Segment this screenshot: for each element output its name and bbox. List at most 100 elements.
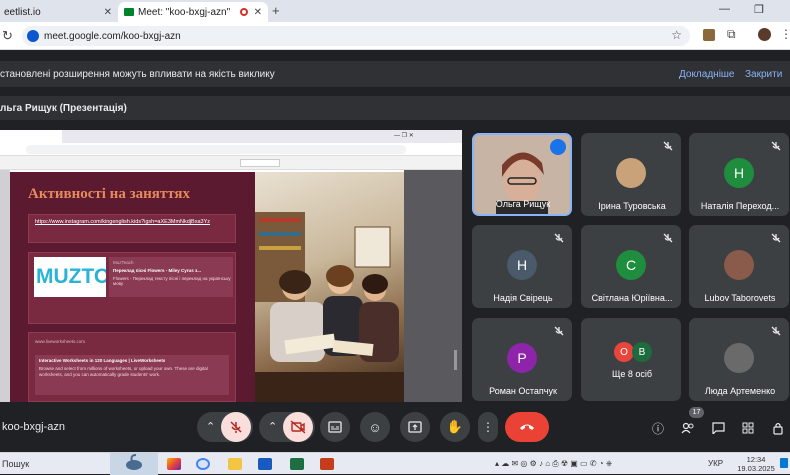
link-preview-card: www.liveworksheets.com Interactive Works…: [28, 332, 236, 402]
participant-avatar: [724, 250, 754, 280]
minimize-icon[interactable]: —: [719, 3, 730, 15]
meet-favicon-icon: [124, 8, 134, 16]
participant-avatar: О: [614, 342, 634, 362]
profile-avatar[interactable]: [758, 28, 771, 41]
restore-icon[interactable]: ❐: [754, 3, 764, 16]
clock-date: 19.03.2025: [737, 464, 775, 473]
extensions-puzzle-icon[interactable]: ⧉: [727, 27, 736, 42]
warning-text: становлені розширення можуть впливати на…: [0, 68, 275, 80]
mic-toggle-button[interactable]: [221, 412, 251, 442]
copilot-icon[interactable]: [167, 458, 181, 470]
mic-off-icon: [553, 231, 565, 243]
participant-avatar: Р: [507, 343, 537, 373]
taskbar-search[interactable]: Пошук: [2, 459, 29, 469]
participant-tile[interactable]: Н Надія Свірець: [472, 225, 572, 308]
people-count-badge: 17: [689, 407, 704, 418]
participant-name: Світлана Юріївна...: [591, 293, 673, 303]
participant-tile[interactable]: Ірина Туровська: [581, 133, 681, 216]
instagram-link: https://www.instagram.com/kingenglish.ki…: [28, 214, 236, 243]
participant-tile[interactable]: Lubov Taborovets: [689, 225, 789, 308]
participant-avatar: Н: [507, 250, 537, 280]
camera-options-chevron-icon[interactable]: ⌃: [268, 420, 277, 433]
participant-name: Ольга Рищук: [495, 199, 551, 209]
camera-toggle-button[interactable]: [283, 412, 313, 442]
participant-name: Роман Остапчук: [489, 386, 557, 396]
presenter-bar: льга Рищук (Презентація): [0, 96, 790, 120]
people-icon[interactable]: [678, 418, 698, 438]
address-bar[interactable]: meet.google.com/koo-bxgj-azn ☆: [22, 26, 690, 46]
slide-title: Активності на заняттях: [28, 186, 191, 202]
captions-button[interactable]: [320, 412, 350, 442]
emoji-icon: ☺: [368, 419, 382, 435]
mic-options-chevron-icon[interactable]: ⌃: [206, 420, 215, 433]
mic-off-icon: [770, 231, 782, 243]
participant-avatar: [616, 158, 646, 188]
host-controls-icon[interactable]: [768, 418, 788, 438]
present-button[interactable]: [400, 412, 430, 442]
close-banner-link[interactable]: Закрити: [745, 61, 782, 87]
mic-off-icon: [770, 139, 782, 151]
participant-avatar: [724, 343, 754, 373]
more-options-button[interactable]: ⋮: [478, 412, 498, 442]
reactions-button[interactable]: ☺: [360, 412, 390, 442]
shared-screen: — ❐ ✕ Активності на заняттях https://www…: [0, 130, 462, 402]
participant-name: Люда Артеменко: [704, 386, 776, 396]
bookmark-star-icon[interactable]: ☆: [671, 28, 682, 42]
participant-avatar: С: [616, 250, 646, 280]
powerpoint-icon[interactable]: [320, 458, 334, 470]
browser-menu-icon[interactable]: ⋮: [780, 27, 790, 41]
reload-icon[interactable]: ↻: [2, 28, 13, 44]
participant-tile[interactable]: Н Наталія Переход...: [689, 133, 789, 216]
clock-time: 12:34: [746, 455, 766, 464]
chrome-icon[interactable]: [196, 458, 210, 470]
card-description: Browse and select from millions of works…: [39, 366, 208, 377]
excel-icon[interactable]: [290, 458, 304, 470]
chat-icon[interactable]: [708, 418, 728, 438]
system-tray-icons[interactable]: ▴ ☁ ✉ ◎ ⚙ ♪ ⌂ ⎙ ☢ ▣ ▭ ✆ ◔ ⎈: [495, 459, 612, 469]
word-icon[interactable]: [258, 458, 272, 470]
participant-avatar: В: [632, 342, 652, 362]
shared-address-bar: [0, 143, 462, 156]
browser-tab-strip: eetlist.io ✕ Meet: "koo-bxgj-azn" ✕ + — …: [0, 0, 790, 22]
close-tab-icon[interactable]: ✕: [104, 7, 112, 18]
browser-tab[interactable]: eetlist.io ✕: [0, 2, 118, 22]
mic-off-icon: [230, 421, 242, 433]
shared-sidebar: [0, 170, 10, 402]
raise-hand-button[interactable]: ✋: [440, 412, 470, 442]
new-tab-button[interactable]: +: [272, 3, 280, 18]
more-vert-icon: ⋮: [482, 420, 494, 434]
file-explorer-icon[interactable]: [228, 458, 242, 470]
shared-dark-margin: [404, 170, 462, 402]
browser-tab-active[interactable]: Meet: "koo-bxgj-azn" ✕: [118, 2, 268, 22]
activities-icon[interactable]: [738, 418, 758, 438]
notifications-icon[interactable]: [780, 458, 788, 468]
participant-name: Наталія Переход...: [700, 201, 780, 211]
card-title: Переклад пісні Flowers - Miley Cyrus з..…: [113, 268, 201, 273]
present-screen-icon: [408, 421, 422, 433]
captions-icon: [328, 421, 342, 433]
card-source: MuzTeach: [113, 260, 134, 265]
participant-tile[interactable]: С Світлана Юріївна...: [581, 225, 681, 308]
site-info-icon[interactable]: [27, 30, 39, 42]
participant-name: Надія Свірець: [493, 293, 553, 303]
participant-tile[interactable]: Люда Артеменко: [689, 318, 789, 401]
taskbar-clock[interactable]: 12:34 19.03.2025: [736, 455, 776, 473]
card-description: Flowers - Переклад тексту пісні і перекл…: [113, 276, 231, 286]
meeting-info-icon[interactable]: ⓘ: [648, 418, 668, 438]
extensions-warning-banner: становлені розширення можуть впливати на…: [0, 61, 790, 87]
more-participants-tile[interactable]: О В Ще 8 осіб: [581, 318, 681, 401]
hand-icon: ✋: [446, 419, 464, 434]
close-tab-icon[interactable]: ✕: [254, 7, 262, 18]
presenter-label: льга Рищук (Презентація): [0, 102, 127, 114]
browser-toolbar: ↻ meet.google.com/koo-bxgj-azn ☆ ⧉ ⋮: [0, 22, 790, 50]
speaking-indicator-icon: [550, 139, 566, 155]
participant-tile[interactable]: Р Роман Остапчук: [472, 318, 572, 401]
extension-icon[interactable]: [703, 29, 715, 41]
input-language[interactable]: УКР: [708, 459, 723, 468]
search-highlight-bird-image: [110, 453, 158, 475]
leave-call-button[interactable]: [505, 412, 549, 442]
mic-control-group: ⌃: [197, 412, 253, 442]
details-link[interactable]: Докладніше: [679, 61, 735, 87]
participant-tile[interactable]: Ольга Рищук: [472, 133, 572, 216]
mic-off-icon: [553, 324, 565, 336]
